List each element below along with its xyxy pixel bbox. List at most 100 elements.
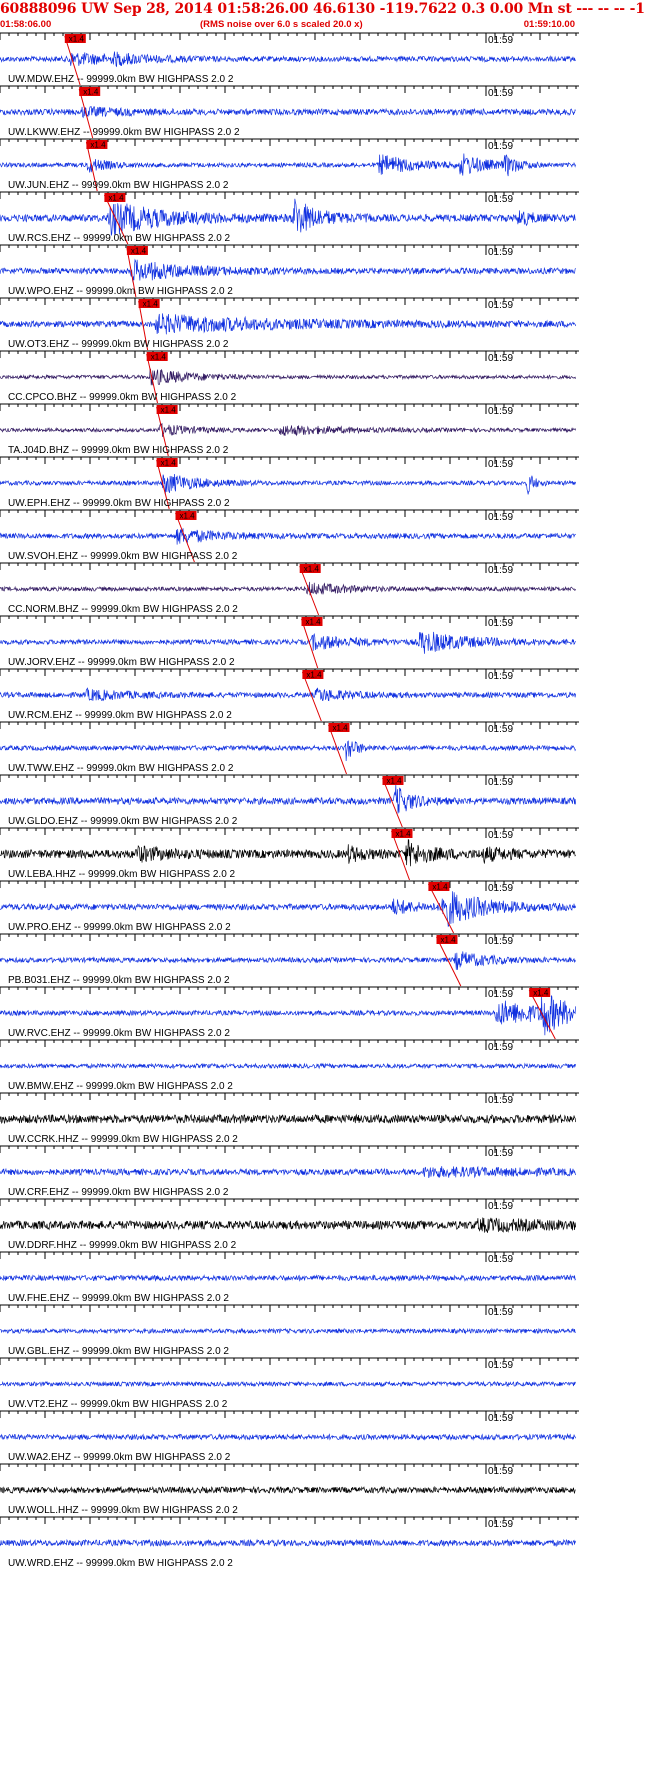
trace-panel: 01:59 UW.VT2.EHZ -- 99999.0km BW HIGHPASS… [0, 1357, 579, 1410]
pick-label: x1.4 [131, 247, 147, 256]
minute-label: 01:59 [488, 618, 513, 629]
pick-label: x1.4 [432, 883, 448, 892]
trace-label: UW.GLDO.EHZ -- 99999.0km BW HIGHPASS 2.0… [8, 816, 238, 827]
trace-panel: 01:59 UW.FHE.EHZ -- 99999.0km BW HIGHPASS… [0, 1251, 579, 1304]
minute-label: 01:59 [488, 459, 513, 470]
trace-panel: 01:59 UW.WRD.EHZ -- 99999.0km BW HIGHPASS… [0, 1516, 579, 1568]
pick-label: x1.4 [333, 724, 349, 733]
trace-label: UW.GBL.EHZ -- 99999.0km BW HIGHPASS 2.0 … [8, 1346, 229, 1357]
minute-label: 01:59 [488, 1201, 513, 1212]
minute-label: 01:59 [488, 88, 513, 99]
pick-label: x1.4 [108, 194, 124, 203]
minute-label: 01:59 [488, 1095, 513, 1106]
pick-label: x1.4 [306, 618, 322, 627]
trace-label: UW.BMW.EHZ -- 99999.0km BW HIGHPASS 2.0 … [8, 1081, 233, 1092]
trace-panel: 01:59 x1.4 UW.GLDO.EHZ -- 99999.0km BW HIG… [0, 774, 579, 828]
waveform [0, 1433, 576, 1441]
waveform [0, 368, 576, 386]
trace-label: UW.TWW.EHZ -- 99999.0km BW HIGHPASS 2.0 … [8, 763, 234, 774]
waveform [0, 313, 576, 335]
pick-label: x1.4 [143, 300, 159, 309]
trace-label: UW.WRD.EHZ -- 99999.0km BW HIGHPASS 2.0 … [8, 1558, 233, 1568]
trace-panel: 01:59 x1.4 UW.MDW.EHZ -- 99999.0km BW HIGH… [0, 32, 579, 86]
pick-label: x1.4 [69, 35, 85, 44]
trace-panel: 01:59 x1.4 UW.JUN.EHZ -- 99999.0km BW HIGH… [0, 138, 579, 192]
trace-panel: 01:59 UW.WOLL.HHZ -- 99999.0km BW HIGHPAS… [0, 1463, 579, 1516]
waveform [0, 1485, 576, 1495]
trace-label: UW.JORV.EHZ -- 99999.0km BW HIGHPASS 2.0… [8, 657, 235, 668]
trace-label: UW.JUN.EHZ -- 99999.0km BW HIGHPASS 2.0 … [8, 180, 229, 191]
trace-label: UW.RVC.EHZ -- 99999.0km BW HIGHPASS 2.0 … [8, 1028, 230, 1039]
minute-label: 01:59 [488, 1466, 513, 1477]
minute-label: 01:59 [488, 406, 513, 417]
trace-label: UW.FHE.EHZ -- 99999.0km BW HIGHPASS 2.0 … [8, 1293, 229, 1304]
trace-label: UW.MDW.EHZ -- 99999.0km BW HIGHPASS 2.0 … [8, 74, 234, 85]
pick-label: x1.4 [387, 777, 403, 786]
trace-label: UW.OT3.EHZ -- 99999.0km BW HIGHPASS 2.0 … [8, 339, 229, 350]
minute-label: 01:59 [488, 247, 513, 258]
pick-label: x1.4 [304, 565, 320, 574]
trace-label: UW.CCRK.HHZ -- 99999.0km BW HIGHPASS 2.0… [8, 1134, 238, 1145]
minute-label: 01:59 [488, 1519, 513, 1530]
minute-label: 01:59 [488, 989, 513, 1000]
minute-label: 01:59 [488, 141, 513, 152]
seismogram-plot: 01:59 x1.4 UW.MDW.EHZ -- 99999.0km BW HIGH… [0, 32, 579, 1568]
waveform [0, 1165, 576, 1179]
minute-label: 01:59 [488, 777, 513, 788]
pick-label: x1.4 [533, 989, 549, 998]
pick-label: x1.4 [161, 406, 177, 415]
trace-label: UW.LEBA.HHZ -- 99999.0km BW HIGHPASS 2.0… [8, 869, 236, 880]
trace-panel: 01:59 UW.DDRF.HHZ -- 99999.0km BW HIGHPAS… [0, 1198, 579, 1251]
waveform [0, 687, 576, 702]
trace-label: UW.WPO.EHZ -- 99999.0km BW HIGHPASS 2.0 … [8, 286, 233, 297]
waveform [0, 153, 576, 177]
trace-panel: 01:59 x1.4 UW.JORV.EHZ -- 99999.0km BW HIG… [0, 615, 579, 669]
trace-panel: 01:59 x1.4 PB.B031.EHZ -- 99999.0km BW HIG… [0, 933, 579, 987]
chart-header: 60888096 UW Sep 28, 2014 01:58:26.00 46.… [0, 0, 645, 32]
minute-label: 01:59 [488, 1413, 513, 1424]
minute-label: 01:59 [488, 300, 513, 311]
trace-panel: 01:59 x1.4 UW.RCS.EHZ -- 99999.0km BW HIGH… [0, 191, 579, 245]
trace-label: UW.RCM.EHZ -- 99999.0km BW HIGHPASS 2.0 … [8, 710, 232, 721]
trace-label: TA.J04D.BHZ -- 99999.0km BW HIGHPASS 2.0… [8, 445, 229, 456]
trace-panel: 01:59 UW.CRF.EHZ -- 99999.0km BW HIGHPASS… [0, 1145, 579, 1198]
minute-label: 01:59 [488, 1148, 513, 1159]
waveform [0, 740, 576, 761]
trace-panel: 01:59 x1.4 UW.WPO.EHZ -- 99999.0km BW HIGH… [0, 244, 579, 298]
trace-panel: 01:59 x1.4 UW.OT3.EHZ -- 99999.0km BW HIGH… [0, 297, 579, 351]
trace-panel: 01:59 x1.4 CC.NORM.BHZ -- 99999.0km BW HIG… [0, 562, 579, 616]
waveform [0, 1113, 576, 1125]
trace-panel: 01:59 x1.4 UW.RCM.EHZ -- 99999.0km BW HIGH… [0, 668, 579, 722]
trace-label: UW.WA2.EHZ -- 99999.0km BW HIGHPASS 2.0 … [8, 1452, 231, 1463]
trace-label: PB.B031.EHZ -- 99999.0km BW HIGHPASS 2.0… [8, 975, 230, 986]
waveform [0, 1274, 576, 1282]
waveform [0, 474, 576, 495]
pick-label: x1.4 [83, 88, 99, 97]
trace-label: UW.VT2.EHZ -- 99999.0km BW HIGHPASS 2.0 … [8, 1399, 228, 1410]
waveform [0, 1380, 576, 1388]
trace-panel: 01:59 x1.4 CC.CPCO.BHZ -- 99999.0km BW HIG… [0, 350, 579, 404]
minute-label: 01:59 [488, 1254, 513, 1265]
trace-panel: 01:59 x1.4 UW.TWW.EHZ -- 99999.0km BW HIGH… [0, 721, 579, 775]
waveform [0, 1217, 576, 1233]
trace-label: UW.WOLL.HHZ -- 99999.0km BW HIGHPASS 2.0… [8, 1505, 238, 1516]
minute-label: 01:59 [488, 671, 513, 682]
waveform [0, 1062, 576, 1070]
waveform [0, 422, 576, 437]
trace-panel: 01:59 x1.4 UW.PRO.EHZ -- 99999.0km BW HIGH… [0, 880, 579, 934]
minute-label: 01:59 [488, 353, 513, 364]
pick-label: x1.4 [396, 830, 412, 839]
minute-label: 01:59 [488, 1042, 513, 1053]
trace-panel: 01:59 x1.4 TA.J04D.BHZ -- 99999.0km BW HIG… [0, 403, 579, 457]
trace-panel: 01:59 UW.CCRK.HHZ -- 99999.0km BW HIGHPAS… [0, 1092, 579, 1145]
trace-panel: 01:59 x1.4 UW.EPH.EHZ -- 99999.0km BW HIGH… [0, 456, 579, 510]
waveform [0, 838, 576, 867]
trace-panel: 01:59 UW.BMW.EHZ -- 99999.0km BW HIGHPASS… [0, 1039, 579, 1092]
trace-panel: 01:59 UW.WA2.EHZ -- 99999.0km BW HIGHPASS… [0, 1410, 579, 1463]
scaling-note: (RMS noise over 6.0 s scaled 20.0 x) [200, 19, 363, 30]
waveform [0, 528, 576, 545]
trace-label: CC.CPCO.BHZ -- 99999.0km BW HIGHPASS 2.0… [8, 392, 237, 403]
trace-label: CC.NORM.BHZ -- 99999.0km BW HIGHPASS 2.0… [8, 604, 238, 615]
minute-label: 01:59 [488, 512, 513, 523]
waveform [0, 631, 576, 654]
